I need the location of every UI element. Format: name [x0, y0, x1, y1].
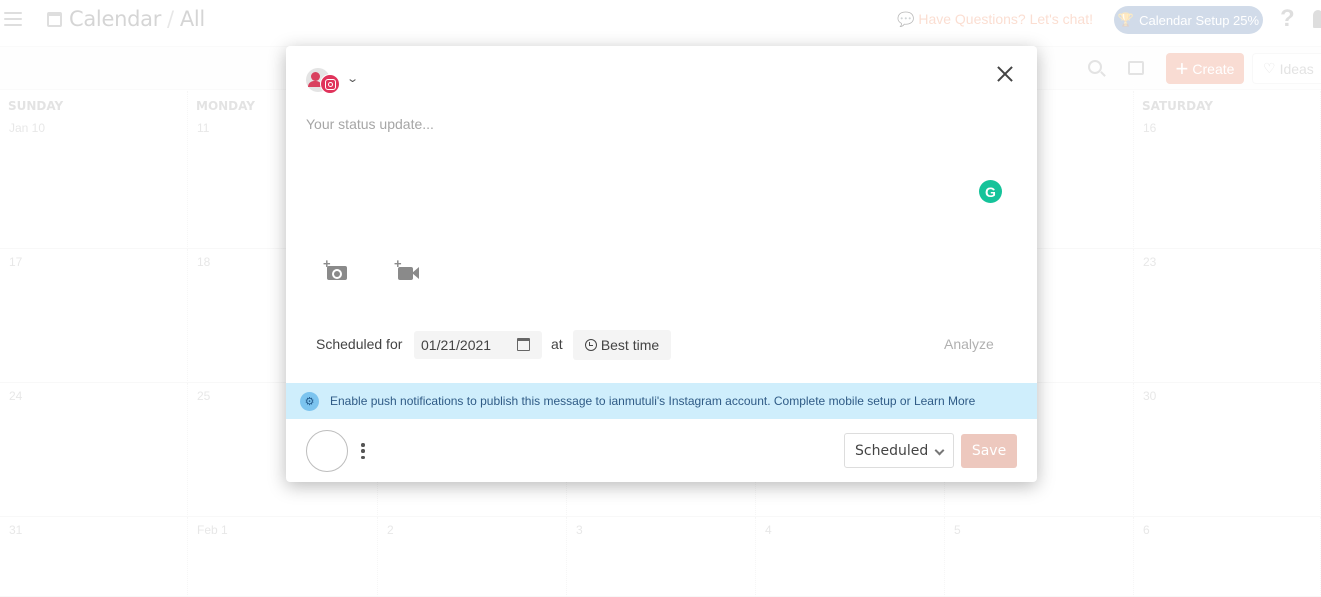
save-button[interactable]: Save — [961, 434, 1017, 468]
more-options-icon[interactable] — [360, 443, 366, 459]
profile-picker[interactable]: ⌄ — [306, 68, 366, 94]
status-input[interactable] — [306, 116, 966, 226]
status-select-value: Scheduled — [855, 442, 929, 459]
grammarly-icon[interactable]: G — [979, 180, 1002, 203]
notice-text[interactable]: Enable push notifications to publish thi… — [330, 394, 975, 408]
clock-icon — [584, 339, 597, 351]
best-time-label: Best time — [600, 337, 660, 353]
chevron-down-icon: ⌄ — [346, 73, 360, 85]
date-field[interactable]: 01/21/2021 — [414, 331, 542, 359]
scheduled-for-label: Scheduled for — [316, 336, 403, 352]
at-label: at — [551, 336, 563, 352]
gear-icon: ⚙ — [300, 391, 319, 411]
date-value: 01/21/2021 — [421, 337, 492, 353]
best-time-button[interactable]: Best time — [573, 330, 671, 360]
close-icon[interactable] — [994, 63, 1016, 85]
person-icon — [308, 72, 322, 87]
push-notification-notice: ⚙ Enable push notifications to publish t… — [286, 383, 1037, 419]
status-select[interactable]: Scheduled — [844, 433, 954, 468]
app: Calendar/All 💬 Have Questions? Let's cha… — [0, 0, 1321, 597]
video-camera-icon — [398, 267, 413, 280]
add-video-button[interactable]: + — [394, 256, 420, 283]
instagram-icon — [320, 74, 340, 94]
assignee-avatar[interactable] — [306, 430, 348, 472]
calendar-icon[interactable] — [517, 338, 530, 351]
chevron-down-icon — [934, 445, 945, 456]
analyze-button[interactable]: Analyze — [944, 336, 994, 352]
compose-modal: ⌄ G + + Scheduled for 01/21/2021 at Best… — [286, 46, 1037, 482]
add-photo-button[interactable]: + — [323, 256, 349, 283]
